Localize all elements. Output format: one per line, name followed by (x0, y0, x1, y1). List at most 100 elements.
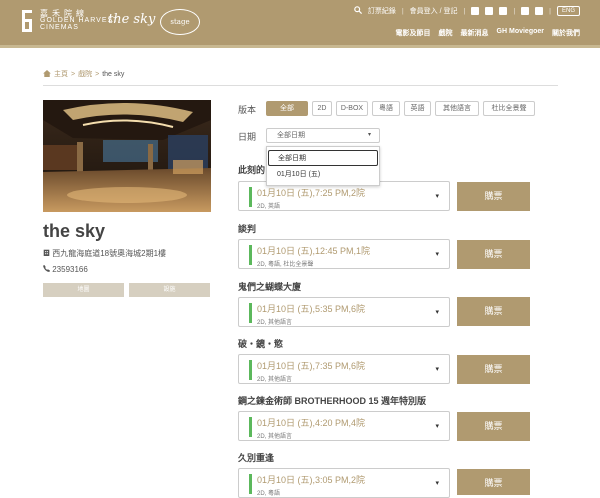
top-links: 訂票紀錄 | 會員登入 / 登記 | | | ENG (354, 6, 580, 16)
buy-button[interactable]: 購票 (457, 297, 530, 326)
accent-bar (249, 417, 252, 437)
facilities-button[interactable]: 設施 (129, 283, 210, 297)
building-icon (43, 249, 52, 258)
breadcrumb-cinemas[interactable]: 戲院 (78, 69, 92, 79)
the-sky-logo[interactable]: the sky (108, 12, 155, 27)
address-text: 西九龍海庭道18號奧海城2期1樓 (52, 249, 167, 258)
breadcrumb: 主頁 > 戲院 > the sky (43, 69, 124, 79)
caret-down-icon: ▾ (435, 423, 439, 430)
map-button[interactable]: 地圖 (43, 283, 124, 297)
date-select-value: 全部日期 (277, 132, 305, 139)
cinema-photo (43, 100, 211, 212)
movie-title[interactable]: 談判 (238, 222, 256, 235)
site-header: 嘉禾院線 GOLDEN HARVEST CINEMAS the sky stag… (0, 0, 600, 45)
breadcrumb-current: the sky (102, 70, 125, 78)
accent-bar (249, 303, 252, 323)
showtime-format: 2D, 粵語 (257, 491, 281, 497)
caret-down-icon: ▾ (435, 480, 439, 487)
caret-down-icon: ▾ (435, 309, 439, 316)
accent-bar (249, 360, 252, 380)
showtime-text: 01月10日 (五),7:25 PM,2院 (257, 188, 366, 198)
phone-text: 23593166 (52, 265, 88, 274)
showtime-format: 2D, 其他語言 (257, 320, 293, 326)
movie-title[interactable]: 久別重逢 (238, 451, 274, 464)
movie-title[interactable]: 此刻的 (238, 163, 265, 176)
date-option-0110[interactable]: 01月10日 (五) (268, 167, 378, 183)
movie-title[interactable]: 鋼之鍊金術師 BROTHERHOOD 15 週年特別版 (238, 394, 426, 407)
apple-icon[interactable] (521, 7, 530, 15)
breadcrumb-divider (43, 85, 558, 86)
brand-zh: 嘉禾院線 (40, 9, 88, 18)
showtime-select[interactable]: 01月10日 (五),3:05 PM,2院 2D, 粵語 ▾ (238, 468, 450, 498)
divider: | (549, 7, 551, 15)
instagram-icon[interactable] (485, 7, 494, 15)
format-2d[interactable]: 2D (312, 101, 332, 116)
showtime-text: 01月10日 (五),3:05 PM,2院 (257, 475, 366, 485)
format-all[interactable]: 全部 (266, 101, 308, 116)
divider: | (513, 7, 516, 15)
date-label: 日期 (238, 132, 257, 142)
divider: | (401, 7, 404, 15)
date-option-all[interactable]: 全部日期 (268, 150, 378, 166)
home-icon[interactable] (43, 69, 51, 79)
format-cantonese[interactable]: 粵語 (372, 101, 400, 116)
showtime-select[interactable]: 01月10日 (五),4:20 PM,4院 2D, 其他語言 ▾ (238, 411, 450, 441)
caret-down-icon: ▾ (367, 132, 371, 138)
breadcrumb-sep: > (71, 70, 76, 78)
accent-bar (249, 187, 252, 207)
buy-button[interactable]: 購票 (457, 182, 530, 211)
phone-icon (43, 265, 52, 274)
showtime-select[interactable]: 01月10日 (五),5:35 PM,6院 2D, 其他語言 ▾ (238, 297, 450, 327)
nav-movies[interactable]: 電影及節目 (396, 28, 431, 38)
divider: | (463, 7, 466, 15)
format-other-lang[interactable]: 其他語言 (435, 101, 479, 116)
booking-record-link[interactable]: 訂票紀錄 (368, 6, 396, 16)
header-accent-line (0, 45, 600, 48)
stage-logo[interactable]: stage (160, 9, 200, 35)
cinema-address: 西九龍海庭道18號奧海城2期1樓 (43, 248, 166, 259)
main-nav: 電影及節目 戲院 最新消息 GH Moviegoer 關於我們 (396, 28, 580, 38)
movie-title[interactable]: 破・鏡・慾 (238, 337, 283, 350)
youtube-icon[interactable] (499, 7, 508, 15)
showtime-format: 2D, 其他語言 (257, 377, 293, 383)
accent-bar (249, 474, 252, 494)
buy-button[interactable]: 購票 (457, 355, 530, 384)
nav-news[interactable]: 最新消息 (461, 28, 489, 38)
showtime-format: 2D, 英語 (257, 204, 281, 210)
brand-logo[interactable]: 嘉禾院線 GOLDEN HARVEST CINEMAS (40, 9, 119, 32)
format-dbox[interactable]: D-BOX (336, 101, 368, 116)
brand-en1: GOLDEN HARVEST (40, 17, 119, 24)
date-select[interactable]: 全部日期 ▾ (266, 128, 380, 143)
buy-button[interactable]: 購票 (457, 469, 530, 495)
nav-moviegoer[interactable]: GH Moviegoer (497, 28, 544, 38)
breadcrumb-home[interactable]: 主頁 (54, 69, 68, 79)
golden-harvest-logo-icon[interactable] (22, 10, 32, 32)
cinema-name: the sky (43, 221, 106, 241)
format-dolby-atmos[interactable]: 杜比全景聲 (483, 101, 535, 116)
showtime-format: 2D, 粵語, 杜比全景聲 (257, 262, 314, 268)
date-dropdown: 全部日期 01月10日 (五) (266, 146, 380, 186)
format-english[interactable]: 英語 (404, 101, 431, 116)
search-icon[interactable] (354, 6, 362, 16)
showtime-text: 01月10日 (五),12:45 PM,1院 (257, 246, 371, 256)
caret-down-icon: ▾ (435, 193, 439, 200)
showtime-select[interactable]: 01月10日 (五),7:35 PM,6院 2D, 其他語言 ▾ (238, 354, 450, 384)
buy-button[interactable]: 購票 (457, 240, 530, 269)
breadcrumb-sep: > (95, 70, 100, 78)
caret-down-icon: ▾ (435, 251, 439, 258)
buy-button[interactable]: 購票 (457, 412, 530, 441)
member-login-link[interactable]: 會員登入 / 登記 (410, 6, 458, 16)
movie-title[interactable]: 鬼們之蝴蝶大廈 (238, 280, 301, 293)
version-label: 版本 (238, 105, 257, 115)
nav-cinemas[interactable]: 戲院 (439, 28, 453, 38)
language-toggle[interactable]: ENG (556, 6, 580, 16)
showtime-text: 01月10日 (五),5:35 PM,6院 (257, 304, 366, 314)
showtime-select[interactable]: 01月10日 (五),12:45 PM,1院 2D, 粵語, 杜比全景聲 ▾ (238, 239, 450, 269)
android-icon[interactable] (535, 7, 544, 15)
cinema-phone: 23593166 (43, 265, 88, 274)
showtime-format: 2D, 其他語言 (257, 434, 293, 440)
brand-en2: CINEMAS (40, 24, 79, 31)
nav-about[interactable]: 關於我們 (552, 28, 580, 38)
facebook-icon[interactable] (471, 7, 480, 15)
caret-down-icon: ▾ (435, 366, 439, 373)
